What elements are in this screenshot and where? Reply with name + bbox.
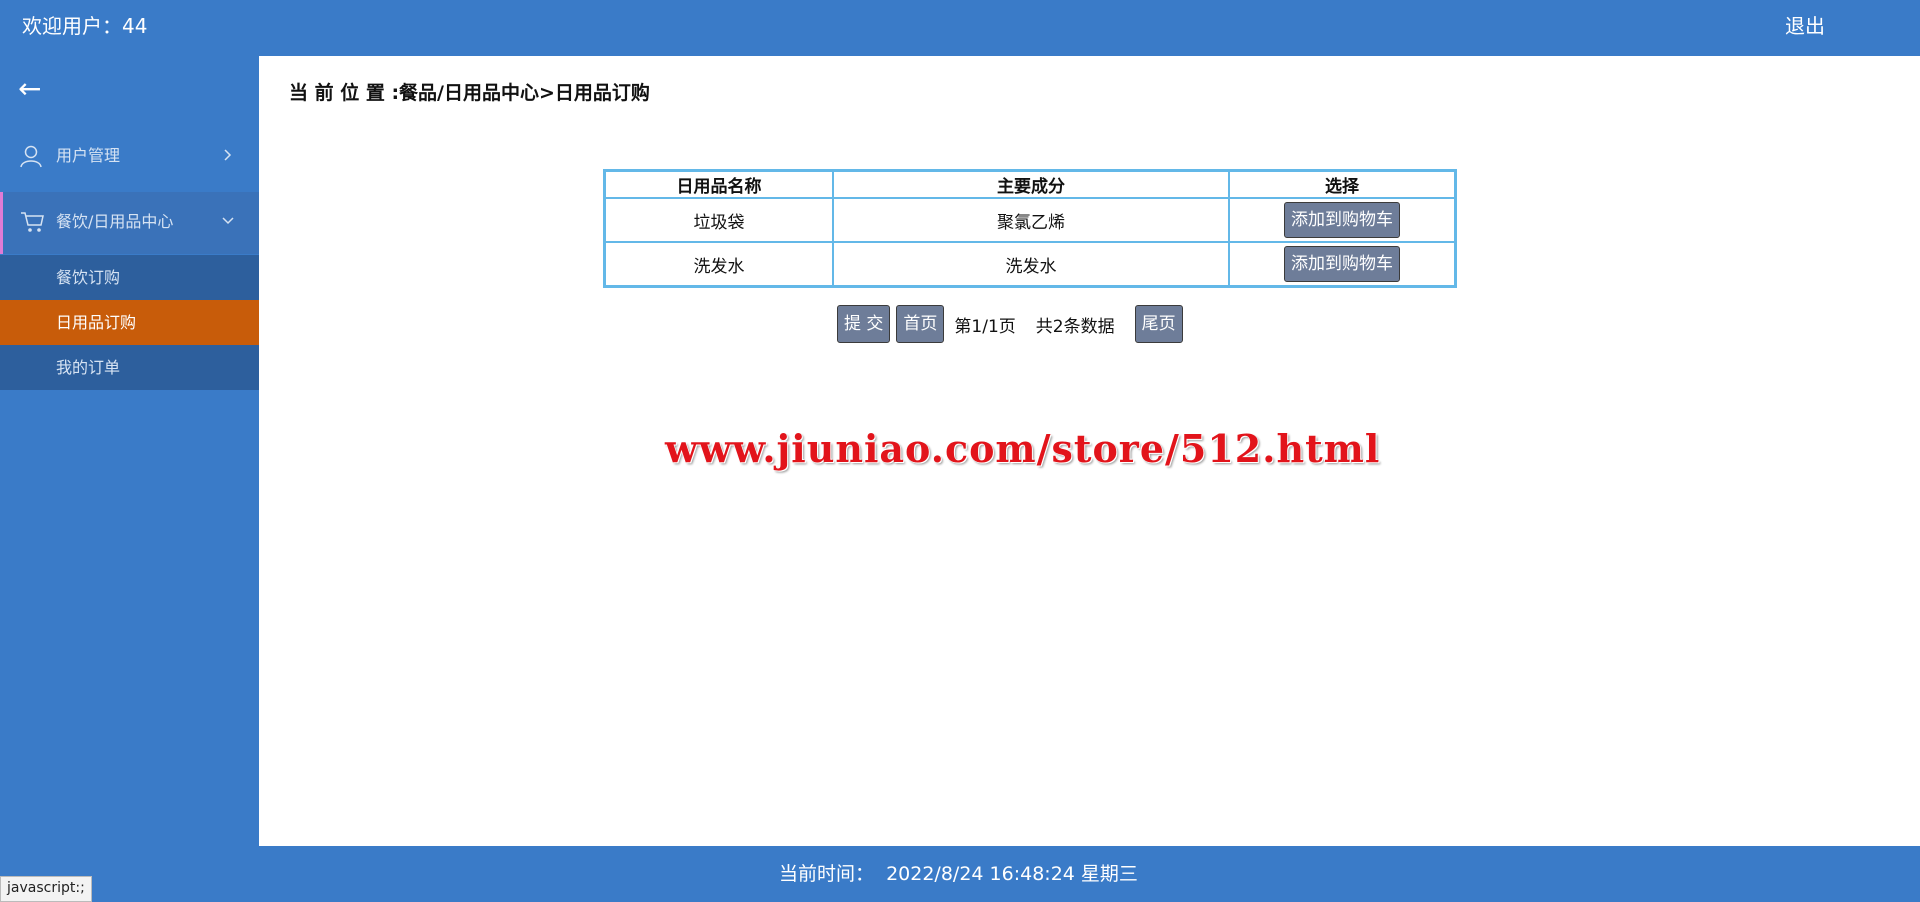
current-time: 当前时间： 2022/8/24 16:48:24 星期三 [779, 863, 1138, 885]
submenu-item-label: 日用品订购 [56, 313, 137, 332]
goods-table: 日用品名称 主要成分 选择 垃圾袋 聚氯乙烯 添加到购物车 洗发水 洗发水 添加… [603, 169, 1457, 288]
welcome-text: 欢迎用户：44 [22, 14, 148, 38]
sidebar-item-user-management[interactable]: 用户管理 [0, 126, 259, 186]
table-header-row: 日用品名称 主要成分 选择 [603, 169, 1457, 199]
cell-action: 添加到购物车 [1228, 241, 1457, 288]
submenu-item-label: 我的订单 [56, 358, 121, 377]
sidebar-item-food-center[interactable]: 餐饮/日用品中心 [0, 192, 259, 254]
bottom-footer: 当前时间： 2022/8/24 16:48:24 星期三 [0, 846, 1920, 902]
last-page-button[interactable]: 尾页 [1134, 305, 1183, 343]
sidebar-item-label: 用户管理 [56, 146, 121, 165]
top-header: 欢迎用户：44 退出 [0, 0, 1920, 56]
cell-ingredient: 洗发水 [832, 241, 1230, 288]
column-header-select: 选择 [1228, 169, 1457, 199]
cell-goods-name: 洗发水 [603, 241, 834, 288]
chevron-down-icon [222, 217, 234, 225]
column-header-ingredient: 主要成分 [832, 169, 1230, 199]
page-info: 第1/1页 [954, 316, 1016, 337]
table-row: 垃圾袋 聚氯乙烯 添加到购物车 [603, 197, 1457, 243]
submenu-item-label: 餐饮订购 [56, 268, 121, 287]
cell-goods-name: 垃圾袋 [603, 197, 834, 243]
status-bar-url: javascript:; [0, 876, 92, 902]
submenu-item-food-order[interactable]: 餐饮订购 [0, 255, 259, 300]
cart-icon [21, 212, 44, 232]
column-header-name: 日用品名称 [603, 169, 834, 199]
submenu-item-daily-goods-order[interactable]: 日用品订购 [0, 300, 259, 345]
first-page-button[interactable]: 首页 [896, 305, 945, 343]
breadcrumb: 当 前 位 置 :餐品/日用品中心>日用品订购 [289, 82, 650, 104]
pagination: 提 交 首页 第1/1页 共2条数据 尾页 [837, 305, 1183, 343]
chevron-right-icon [224, 149, 232, 161]
sidebar-item-label: 餐饮/日用品中心 [56, 212, 174, 231]
submenu-item-my-orders[interactable]: 我的订单 [0, 345, 259, 390]
user-icon [20, 145, 42, 168]
cell-action: 添加到购物车 [1228, 197, 1457, 243]
sidebar: ← 用户管理 餐饮/日用品中心 餐饮订购 日用品订购 我的订单 [0, 56, 259, 846]
add-to-cart-button[interactable]: 添加到购物车 [1284, 202, 1400, 238]
total-count: 共2条数据 [1035, 316, 1115, 337]
logout-link[interactable]: 退出 [1785, 13, 1825, 39]
table-row: 洗发水 洗发水 添加到购物车 [603, 241, 1457, 288]
cell-ingredient: 聚氯乙烯 [832, 197, 1230, 243]
submit-button[interactable]: 提 交 [837, 305, 891, 343]
add-to-cart-button[interactable]: 添加到购物车 [1284, 246, 1400, 282]
watermark-text: www.jiuniao.com/store/512.html [665, 426, 1381, 471]
arrow-left-icon[interactable]: ← [18, 74, 41, 104]
